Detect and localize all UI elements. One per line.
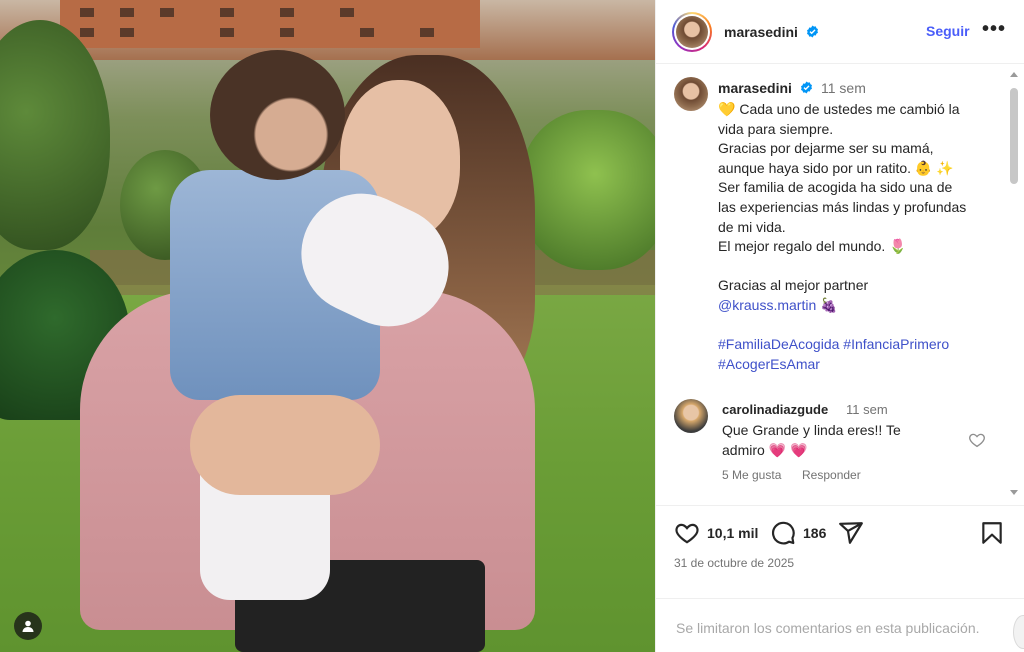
caption-line: Ser familia de acogida ha sido una de <box>718 179 953 196</box>
comment-text: Que Grande y linda eres!! Te admiro 💗 💗 <box>722 420 962 460</box>
scroll-down-arrow[interactable] <box>1010 490 1018 495</box>
avatar <box>676 15 708 48</box>
heart-emojis: 💗 💗 <box>768 442 808 458</box>
share-icon[interactable] <box>838 520 864 546</box>
post-side-panel: marasedini Seguir ••• marasedini 11 sem … <box>655 0 1024 652</box>
caption-line: El mejor regalo del mundo. <box>718 238 886 255</box>
comment-time[interactable]: 11 sem <box>846 402 888 417</box>
caption-username[interactable]: marasedini <box>718 80 813 96</box>
photo-bush <box>520 110 655 270</box>
hashtag-link[interactable]: #AcogerEsAmar <box>718 356 820 372</box>
comment-avatar[interactable] <box>674 399 708 433</box>
verified-icon <box>806 24 818 38</box>
caption-line: de mi vida. <box>718 218 786 235</box>
comment-username[interactable]: carolinadiazgude <box>722 402 828 417</box>
header-username[interactable]: marasedini <box>724 24 819 40</box>
caption-time[interactable]: 11 sem <box>821 80 866 96</box>
baby-emoji: 👶 <box>914 159 933 176</box>
user-tag-icon <box>22 620 34 632</box>
caption-line: Cada uno de ustedes me cambió la <box>739 101 960 117</box>
comments-scroll-area[interactable]: marasedini 11 sem 💛 Cada uno de ustedes … <box>656 65 1024 503</box>
post-date[interactable]: 31 de octubre de 2025 <box>674 556 794 570</box>
caption-text: 💛 Cada uno de ustedes me cambió la vida … <box>718 100 998 374</box>
heart-emoji: 💛 <box>718 101 736 117</box>
caption-line: las experiencias más lindas y profundas <box>718 198 967 215</box>
post-photo[interactable] <box>0 0 655 652</box>
grapes-emoji: 🍇 <box>820 296 838 313</box>
caption-avatar[interactable] <box>674 77 708 111</box>
caption-line: Gracias por dejarme ser su mamá, <box>718 140 934 157</box>
header-avatar[interactable] <box>672 11 712 52</box>
reply-button[interactable]: Responder <box>802 468 861 482</box>
hashtag-link[interactable]: #InfanciaPrimero <box>843 336 949 352</box>
verified-icon <box>800 81 812 94</box>
comments-limited-notice: Se limitaron los comentarios en esta pub… <box>656 598 1024 652</box>
photo-baby-head <box>210 50 345 180</box>
comments-scrollbar[interactable] <box>1008 70 1018 500</box>
likes-count[interactable]: 10,1 mil <box>707 525 758 541</box>
header-username-text[interactable]: marasedini <box>724 24 798 40</box>
photo-building <box>60 0 480 48</box>
hashtag-link[interactable]: #FamiliaDeAcogida <box>718 336 839 352</box>
tulip-emoji: 🌷 <box>889 238 907 255</box>
scroll-up-arrow[interactable] <box>1010 72 1018 77</box>
more-icon[interactable]: ••• <box>982 18 1006 41</box>
heart-icon[interactable] <box>674 520 700 546</box>
comment-line: admiro <box>722 442 765 458</box>
mention-link[interactable]: @krauss.martin <box>718 297 816 313</box>
caption-line: Gracias al mejor partner <box>718 277 869 294</box>
user-tag-button[interactable] <box>14 612 42 640</box>
follow-button[interactable]: Seguir <box>926 23 970 39</box>
caption-line: vida para siempre. <box>718 120 834 137</box>
scroll-thumb[interactable] <box>1010 88 1018 184</box>
comments-count[interactable]: 186 <box>803 525 826 541</box>
comment-like-heart-icon[interactable] <box>968 431 986 449</box>
comment-icon[interactable] <box>770 520 796 546</box>
comments-limited-text: Se limitaron los comentarios en esta pub… <box>676 620 980 636</box>
comment-line: Que Grande y linda eres!! Te <box>722 422 901 438</box>
save-icon[interactable] <box>979 520 1005 546</box>
post-header: marasedini Seguir ••• <box>656 0 1024 64</box>
caption-username-text[interactable]: marasedini <box>718 80 792 96</box>
sparkles-emoji: ✨ <box>936 159 954 176</box>
comment-likes[interactable]: 5 Me gusta <box>722 468 781 482</box>
caption-line: aunque haya sido por un ratito. <box>718 159 912 176</box>
photo-woman-hands <box>190 395 380 495</box>
post-actions: 10,1 mil 186 31 de octubre de 2025 <box>656 505 1024 597</box>
